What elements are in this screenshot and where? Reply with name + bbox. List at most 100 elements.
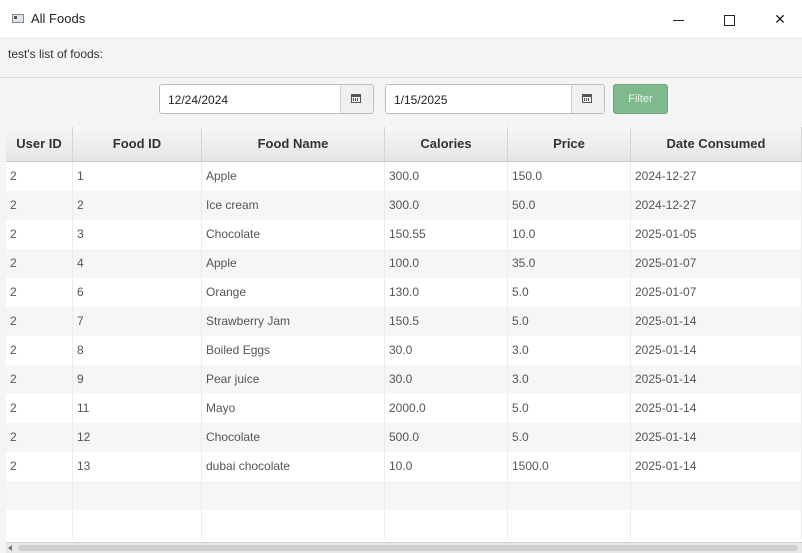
price-cell: 150.0 bbox=[508, 162, 631, 191]
title-bar: All Foods ✕ bbox=[0, 0, 802, 39]
table-row[interactable]: 2 1 Apple 300.0 150.0 2024-12-27 bbox=[6, 162, 802, 191]
food-id-cell: 9 bbox=[73, 365, 202, 394]
food-id-cell: 12 bbox=[73, 423, 202, 452]
column-header-price[interactable]: Price bbox=[508, 127, 631, 161]
user-id-cell: 2 bbox=[6, 452, 73, 481]
table-row[interactable]: 2 11 Mayo 2000.0 5.0 2025-01-14 bbox=[6, 394, 802, 423]
minimize-icon bbox=[672, 19, 684, 21]
calories-cell: 500.0 bbox=[385, 423, 508, 452]
food-id-cell: 13 bbox=[73, 452, 202, 481]
user-id-cell: 2 bbox=[6, 249, 73, 278]
start-date-picker[interactable]: 12/24/2024 bbox=[159, 84, 374, 114]
table-row[interactable]: 2 13 dubai chocolate 10.0 1500.0 2025-01-14 bbox=[6, 452, 802, 481]
food-id-cell bbox=[73, 510, 202, 539]
calories-cell: 2000.0 bbox=[385, 394, 508, 423]
table-header: User ID Food ID Food Name Calories Price… bbox=[6, 127, 802, 162]
date-consumed-cell: 2025-01-14 bbox=[631, 423, 802, 452]
calories-cell bbox=[385, 510, 508, 539]
maximize-icon bbox=[723, 14, 735, 26]
price-cell: 50.0 bbox=[508, 191, 631, 220]
food-name-cell: Pear juice bbox=[202, 365, 385, 394]
calendar-icon bbox=[351, 94, 361, 103]
table-row[interactable]: 2 4 Apple 100.0 35.0 2025-01-07 bbox=[6, 249, 802, 278]
calories-cell: 30.0 bbox=[385, 336, 508, 365]
date-consumed-cell: 2025-01-14 bbox=[631, 307, 802, 336]
end-date-field[interactable]: 1/15/2025 bbox=[394, 93, 447, 107]
start-date-calendar-button[interactable] bbox=[340, 85, 373, 113]
scrollbar-thumb[interactable] bbox=[18, 545, 798, 551]
user-id-cell bbox=[6, 481, 73, 510]
calories-cell: 150.55 bbox=[385, 220, 508, 249]
table-row[interactable]: 2 12 Chocolate 500.0 5.0 2025-01-14 bbox=[6, 423, 802, 452]
column-header-food-id[interactable]: Food ID bbox=[73, 127, 202, 161]
food-name-cell bbox=[202, 510, 385, 539]
date-consumed-cell: 2025-01-05 bbox=[631, 220, 802, 249]
food-id-cell: 7 bbox=[73, 307, 202, 336]
horizontal-scrollbar[interactable] bbox=[6, 542, 802, 553]
empty-row[interactable] bbox=[6, 481, 802, 510]
table-row[interactable]: 2 3 Chocolate 150.55 10.0 2025-01-05 bbox=[6, 220, 802, 249]
column-header-date-consumed[interactable]: Date Consumed bbox=[631, 127, 802, 161]
list-owner-label: test's list of foods: bbox=[8, 47, 103, 61]
food-id-cell: 11 bbox=[73, 394, 202, 423]
calories-cell: 30.0 bbox=[385, 365, 508, 394]
food-name-cell: Apple bbox=[202, 249, 385, 278]
price-cell bbox=[508, 510, 631, 539]
empty-row[interactable] bbox=[6, 510, 802, 539]
close-icon: ✕ bbox=[774, 11, 786, 27]
minimize-button[interactable] bbox=[655, 0, 701, 38]
food-name-cell: Boiled Eggs bbox=[202, 336, 385, 365]
food-name-cell: Chocolate bbox=[202, 220, 385, 249]
filter-button[interactable]: Filter bbox=[613, 84, 668, 114]
food-name-cell: Chocolate bbox=[202, 423, 385, 452]
date-consumed-cell: 2025-01-14 bbox=[631, 394, 802, 423]
price-cell: 1500.0 bbox=[508, 452, 631, 481]
date-consumed-cell: 2024-12-27 bbox=[631, 162, 802, 191]
user-id-cell bbox=[6, 510, 73, 539]
food-id-cell: 6 bbox=[73, 278, 202, 307]
table-row[interactable]: 2 7 Strawberry Jam 150.5 5.0 2025-01-14 bbox=[6, 307, 802, 336]
food-name-cell: Mayo bbox=[202, 394, 385, 423]
column-header-food-name[interactable]: Food Name bbox=[202, 127, 385, 161]
calories-cell: 150.5 bbox=[385, 307, 508, 336]
maximize-button[interactable] bbox=[706, 0, 752, 38]
food-id-cell: 2 bbox=[73, 191, 202, 220]
food-name-cell: Strawberry Jam bbox=[202, 307, 385, 336]
app-window-icon bbox=[12, 14, 24, 23]
user-id-cell: 2 bbox=[6, 307, 73, 336]
calories-cell: 300.0 bbox=[385, 191, 508, 220]
column-header-calories[interactable]: Calories bbox=[385, 127, 508, 161]
food-name-cell: Orange bbox=[202, 278, 385, 307]
calories-cell: 10.0 bbox=[385, 452, 508, 481]
user-id-cell: 2 bbox=[6, 191, 73, 220]
user-id-cell: 2 bbox=[6, 336, 73, 365]
calories-cell: 130.0 bbox=[385, 278, 508, 307]
table-row[interactable]: 2 2 Ice cream 300.0 50.0 2024-12-27 bbox=[6, 191, 802, 220]
price-cell: 10.0 bbox=[508, 220, 631, 249]
food-id-cell: 4 bbox=[73, 249, 202, 278]
end-date-picker[interactable]: 1/15/2025 bbox=[385, 84, 605, 114]
food-id-cell: 8 bbox=[73, 336, 202, 365]
price-cell: 5.0 bbox=[508, 307, 631, 336]
window-title: All Foods bbox=[31, 11, 86, 26]
date-consumed-cell: 2025-01-14 bbox=[631, 452, 802, 481]
table-row[interactable]: 2 6 Orange 130.0 5.0 2025-01-07 bbox=[6, 278, 802, 307]
table-row[interactable]: 2 8 Boiled Eggs 30.0 3.0 2025-01-14 bbox=[6, 336, 802, 365]
food-id-cell: 1 bbox=[73, 162, 202, 191]
price-cell: 35.0 bbox=[508, 249, 631, 278]
start-date-field[interactable]: 12/24/2024 bbox=[168, 93, 228, 107]
user-id-cell: 2 bbox=[6, 423, 73, 452]
price-cell bbox=[508, 481, 631, 510]
column-header-user-id[interactable]: User ID bbox=[6, 127, 73, 161]
scroll-left-arrow-icon[interactable] bbox=[8, 545, 12, 551]
food-id-cell: 3 bbox=[73, 220, 202, 249]
date-consumed-cell: 2025-01-07 bbox=[631, 278, 802, 307]
user-id-cell: 2 bbox=[6, 394, 73, 423]
calories-cell: 100.0 bbox=[385, 249, 508, 278]
close-button[interactable]: ✕ bbox=[757, 0, 802, 38]
end-date-calendar-button[interactable] bbox=[571, 85, 604, 113]
table-row[interactable]: 2 9 Pear juice 30.0 3.0 2025-01-14 bbox=[6, 365, 802, 394]
calendar-icon bbox=[582, 94, 592, 103]
filter-bar: 12/24/2024 1/15/2025 Filter bbox=[0, 77, 802, 126]
calories-cell bbox=[385, 481, 508, 510]
